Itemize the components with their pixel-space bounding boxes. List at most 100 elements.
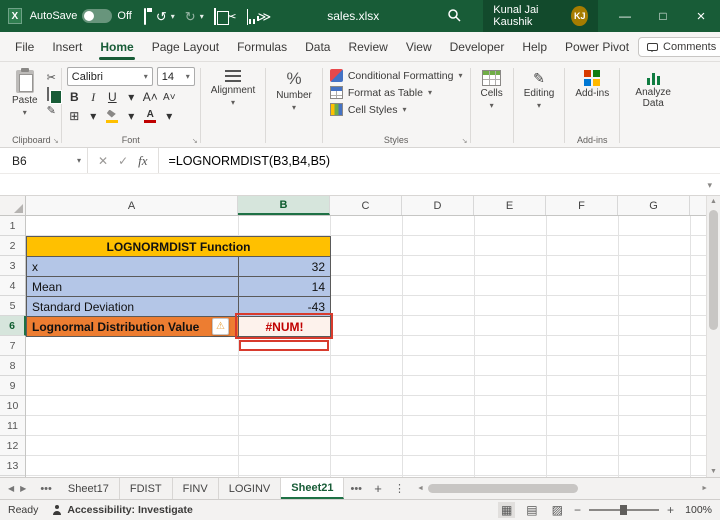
copy-button[interactable] <box>46 87 56 101</box>
sheet-tab-finv[interactable]: FINV <box>173 478 219 499</box>
fill-color-dropdown-icon[interactable]: ▾ <box>124 108 139 124</box>
font-name-select[interactable]: Calibri ▾ <box>66 67 153 86</box>
tab-power-pivot[interactable]: Power Pivot <box>556 34 638 60</box>
font-color-button[interactable]: A <box>143 108 158 124</box>
save-icon[interactable] <box>143 7 146 25</box>
redo-icon[interactable]: ↻ <box>185 10 196 23</box>
column-header-A[interactable]: A <box>26 196 238 215</box>
undo-dropdown-icon[interactable]: ▾ <box>171 12 175 21</box>
horizontal-scroll-thumb[interactable] <box>427 484 579 493</box>
zoom-slider-thumb[interactable] <box>619 505 627 515</box>
autosave-toggle[interactable]: AutoSave Off <box>30 9 132 23</box>
hscroll-left-icon[interactable]: ◄ <box>415 485 426 492</box>
zoom-out-button[interactable]: − <box>574 503 581 517</box>
page-break-view-button[interactable]: ▨ <box>549 502 566 518</box>
column-header-F[interactable]: F <box>546 196 618 215</box>
sheet-nav-next-icon[interactable]: ▶ <box>20 484 26 493</box>
row-header-5[interactable]: 5 <box>0 296 25 316</box>
editing-button[interactable]: ✎ Editing ▾ <box>519 67 560 132</box>
italic-button[interactable]: I <box>86 89 101 105</box>
error-checking-button[interactable]: ⚠ <box>212 318 229 335</box>
autosave-switch[interactable] <box>82 9 113 23</box>
font-size-select[interactable]: 14 ▾ <box>156 67 195 86</box>
zoom-level[interactable]: 100% <box>682 504 712 516</box>
column-header-G[interactable]: G <box>618 196 690 215</box>
clipboard-dialog-launcher-icon[interactable]: ↘ <box>53 137 59 145</box>
zoom-in-button[interactable]: + <box>667 503 674 517</box>
hidden-sheets-right-icon[interactable]: ••• <box>344 478 368 499</box>
cell-A2-title[interactable]: LOGNORMDIST Function <box>26 236 331 257</box>
formula-input[interactable]: =LOGNORMDIST(B3,B4,B5) <box>159 154 341 168</box>
column-header-B[interactable]: B <box>238 196 330 215</box>
row-header-9[interactable]: 9 <box>0 376 25 396</box>
row-header-11[interactable]: 11 <box>0 416 25 436</box>
new-sheet-button[interactable]: + <box>368 478 388 499</box>
number-button[interactable]: % Number ▾ <box>271 67 317 132</box>
column-header-D[interactable]: D <box>402 196 474 215</box>
tabbar-more-icon[interactable]: ⋮ <box>388 478 411 499</box>
tab-review[interactable]: Review <box>339 34 396 60</box>
fill-color-button[interactable] <box>105 108 120 124</box>
search-icon[interactable] <box>447 8 461 25</box>
paste-button[interactable]: Paste ▾ <box>7 67 43 132</box>
underline-button[interactable]: U <box>105 89 120 105</box>
chart-icon[interactable] <box>246 8 248 25</box>
tab-file[interactable]: File <box>6 34 43 60</box>
underline-dropdown-icon[interactable]: ▾ <box>124 89 139 105</box>
sheet-nav-prev-icon[interactable]: ◀ <box>8 484 14 493</box>
borders-button[interactable]: ⊞ <box>67 108 82 124</box>
cells-button[interactable]: Cells ▾ <box>476 67 508 132</box>
cell-A3[interactable]: x <box>26 256 239 277</box>
vertical-scrollbar[interactable]: ▲ ▼ <box>706 196 720 477</box>
maximize-button[interactable]: □ <box>644 0 682 32</box>
row-header-7[interactable]: 7 <box>0 336 25 356</box>
row-header-4[interactable]: 4 <box>0 276 25 296</box>
bold-button[interactable]: B <box>67 89 82 105</box>
tab-view[interactable]: View <box>397 34 441 60</box>
cell-A4[interactable]: Mean <box>26 276 239 297</box>
row-header-13[interactable]: 13 <box>0 456 25 476</box>
analyze-data-button[interactable]: Analyze Data <box>625 67 681 132</box>
increase-font-button[interactable]: A˄ <box>143 89 158 105</box>
sheet-tab-fdist[interactable]: FDIST <box>120 478 173 499</box>
tab-page-layout[interactable]: Page Layout <box>143 34 228 60</box>
tab-developer[interactable]: Developer <box>441 34 514 60</box>
insert-function-icon[interactable]: fx <box>138 153 147 169</box>
page-layout-view-button[interactable]: ▤ <box>523 502 540 518</box>
cell-styles-button[interactable]: Cell Styles ▾ <box>328 101 465 118</box>
close-button[interactable]: × <box>682 0 720 32</box>
scroll-down-icon[interactable]: ▼ <box>710 468 717 475</box>
borders-dropdown-icon[interactable]: ▾ <box>86 108 101 124</box>
sheet-tab-sheet21-active[interactable]: Sheet21 <box>281 478 345 499</box>
row-header-12[interactable]: 12 <box>0 436 25 456</box>
toolbar-overflow-icon[interactable]: ≫ <box>258 10 272 23</box>
alignment-button[interactable]: Alignment ▾ <box>206 67 260 132</box>
row-header-8[interactable]: 8 <box>0 356 25 376</box>
row-header-1[interactable]: 1 <box>0 216 25 236</box>
formula-bar-expand-icon[interactable]: ▾ <box>707 180 712 191</box>
row-header-2[interactable]: 2 <box>0 236 25 256</box>
undo-icon[interactable]: ↺ <box>156 10 167 23</box>
column-header-E[interactable]: E <box>474 196 546 215</box>
minimize-button[interactable]: — <box>606 0 644 32</box>
enter-entry-icon[interactable]: ✓ <box>118 154 128 168</box>
tab-help[interactable]: Help <box>513 34 556 60</box>
comments-button[interactable]: Comments <box>638 36 720 57</box>
normal-view-button[interactable]: ▦ <box>497 502 516 518</box>
copy-icon[interactable] <box>213 7 216 25</box>
horizontal-scrollbar[interactable]: ◄ ► <box>415 483 710 494</box>
row-header-6[interactable]: 6 <box>0 316 26 336</box>
sheet-tab-loginv[interactable]: LOGINV <box>219 478 282 499</box>
row-header-3[interactable]: 3 <box>0 256 25 276</box>
excel-app-icon[interactable]: X <box>8 8 22 24</box>
scroll-up-icon[interactable]: ▲ <box>710 198 717 205</box>
column-header-C[interactable]: C <box>330 196 402 215</box>
hidden-sheets-left-icon[interactable]: ••• <box>34 478 58 499</box>
tab-formulas[interactable]: Formulas <box>228 34 296 60</box>
select-all-corner[interactable] <box>0 196 26 215</box>
zoom-slider[interactable] <box>588 505 659 515</box>
cut-button[interactable]: ✂ <box>47 71 56 84</box>
name-box[interactable]: B6 ▾ <box>0 148 88 173</box>
format-as-table-button[interactable]: Format as Table ▾ <box>328 84 465 101</box>
tab-home[interactable]: Home <box>91 34 142 60</box>
